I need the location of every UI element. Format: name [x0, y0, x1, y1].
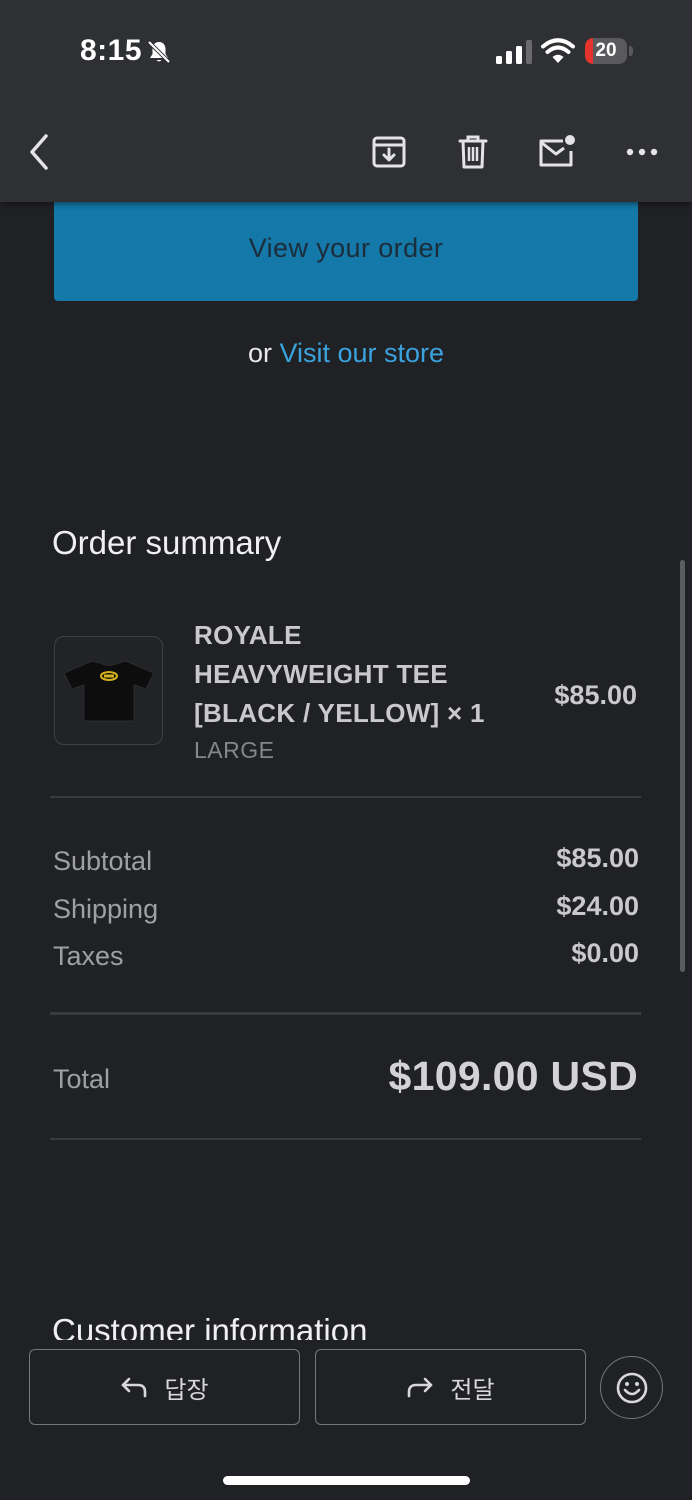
mark-unread-button[interactable] [535, 130, 579, 174]
mail-unread-icon [539, 135, 575, 167]
archive-button[interactable] [367, 130, 411, 174]
visit-store-line: or Visit our store [0, 338, 692, 369]
tshirt-icon [62, 659, 155, 721]
home-indicator[interactable] [223, 1476, 470, 1485]
cellular-signal-icon [496, 40, 532, 64]
view-order-button[interactable]: View your order [54, 196, 638, 301]
archive-icon [372, 136, 406, 168]
reply-button[interactable]: 답장 [29, 1349, 300, 1425]
email-view: View your order or Visit our store Order… [0, 0, 692, 1500]
cost-value: $85.00 [556, 843, 639, 873]
product-price: $85.00 [554, 680, 637, 710]
battery-level: 20 [595, 40, 617, 61]
taxes-row: Taxes $0.00 [53, 938, 639, 981]
more-horizontal-icon [626, 148, 658, 156]
back-button[interactable] [16, 130, 60, 174]
status-time: 8:15 [80, 34, 143, 67]
product-name-line: HEAVYWEIGHT TEE [194, 659, 448, 689]
wifi-icon [541, 38, 575, 63]
scrollbar[interactable] [680, 560, 685, 972]
product-variant: LARGE [194, 737, 275, 763]
top-chrome: 8:15 20 [0, 0, 692, 202]
cost-value: $24.00 [556, 891, 639, 921]
total-value: $109.00 USD [388, 1053, 638, 1099]
trash-icon [458, 135, 488, 169]
total-label: Total [53, 1064, 111, 1094]
cost-label: Shipping [53, 894, 159, 924]
product-name-line: ROYALE [194, 620, 302, 650]
battery-indicator: 20 [585, 38, 633, 64]
forward-icon [408, 1377, 433, 1398]
cost-label: Taxes [53, 941, 124, 971]
divider [50, 1138, 641, 1140]
smiley-icon [616, 1372, 647, 1403]
customer-information-title: Customer information [52, 1312, 368, 1340]
order-summary-title: Order summary [52, 524, 282, 561]
email-body: View your order or Visit our store Order… [0, 0, 692, 1500]
battery-nub [629, 46, 633, 56]
more-options-button[interactable] [620, 130, 664, 174]
reply-icon [122, 1377, 147, 1398]
divider [50, 1012, 641, 1015]
product-name: ROYALE HEAVYWEIGHT TEE [BLACK / YELLOW] … [194, 616, 514, 733]
product-name-line: [BLACK / YELLOW] × 1 [194, 698, 485, 728]
emoji-reaction-button[interactable] [600, 1356, 663, 1419]
visit-store-link[interactable]: Visit our store [279, 338, 444, 368]
delete-button[interactable] [451, 130, 495, 174]
chevron-left-icon [30, 134, 48, 170]
visit-prefix: or [247, 338, 272, 368]
forward-label: 전달 [450, 1376, 495, 1404]
product-image [54, 636, 163, 745]
status-bar: 8:15 20 [0, 0, 692, 100]
cost-value: $0.00 [571, 938, 639, 968]
email-toolbar [0, 118, 692, 188]
battery-body: 20 [585, 38, 627, 64]
bell-off-icon [147, 40, 171, 64]
divider [50, 796, 641, 798]
subtotal-row: Subtotal $85.00 [53, 843, 639, 886]
cost-label: Subtotal [53, 846, 153, 876]
reply-label: 답장 [164, 1376, 209, 1404]
forward-button[interactable]: 전달 [315, 1349, 586, 1425]
shipping-row: Shipping $24.00 [53, 891, 639, 934]
